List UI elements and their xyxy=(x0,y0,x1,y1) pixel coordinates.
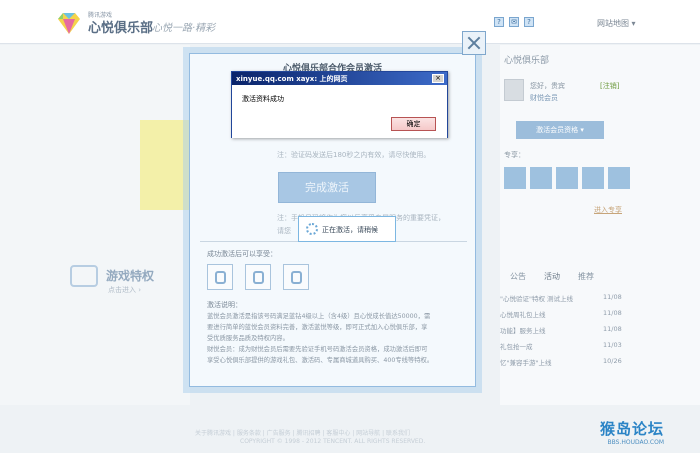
right-panel: 心悦俱乐部 您好，贵宾 财悦会员 [注销] 激活会员资格 ▾ 专享： 进入专享 … xyxy=(500,45,700,405)
alert-title: xinyue.qq.com xayx: 上的网页 xyxy=(236,75,348,83)
spinner-icon xyxy=(306,223,318,235)
tab-recommended[interactable]: 推荐 xyxy=(578,271,594,282)
question-icon[interactable]: ? xyxy=(524,17,534,27)
benefits-label: 成功激活后可以享受： xyxy=(207,250,277,258)
logout-link[interactable]: [注销] xyxy=(600,81,619,91)
watermark-title: 猴岛论坛 xyxy=(600,420,665,438)
finish-activation-button[interactable]: 完成激活 xyxy=(278,172,376,203)
privilege-icon-diamond[interactable] xyxy=(608,167,630,189)
panel-title: 心悦俱乐部 xyxy=(504,56,550,66)
processing-text: 正在激活，请稍候 xyxy=(322,226,378,234)
phone-note-continued: 请您 xyxy=(277,227,291,235)
description-title: 激活说明： xyxy=(207,301,242,309)
privilege-icon-shield[interactable] xyxy=(530,167,552,189)
list-item[interactable]: 心悦周礼包上线 11/08 xyxy=(500,305,630,321)
top-icon-group: ? ✉ ? xyxy=(494,17,534,27)
lock-icon xyxy=(245,264,271,290)
tab-announcements[interactable]: 公告 xyxy=(510,271,526,282)
game-privilege-link[interactable]: 点击进入 › xyxy=(108,285,141,295)
list-item[interactable]: 忆"兼容手游"上线 10/26 xyxy=(500,353,630,369)
privilege-icons xyxy=(504,167,630,189)
alert-titlebar[interactable]: xinyue.qq.com xayx: 上的网页 × xyxy=(232,72,447,85)
description-line: 蓝悦会员激活是指该号码满足蓝钻4级以上（含4级）且心悦成长值达50000，需 xyxy=(207,313,431,320)
list-item[interactable]: 礼包抢一成 11/03 xyxy=(500,337,630,353)
alert-close-button[interactable]: × xyxy=(432,74,444,83)
description-line: 享受心悦俱乐部提供的游戏礼包、激活码、专属商城道具购买、400专线等特权。 xyxy=(207,357,434,364)
logo-title[interactable]: 心悦俱乐部 xyxy=(88,17,153,36)
banner-decoration xyxy=(140,120,190,210)
slogan: 心悦一路·精彩 xyxy=(152,23,216,34)
top-bar: 腾讯游戏 心悦俱乐部 心悦一路·精彩 ? ✉ ? 网站地图 ▾ xyxy=(0,0,700,44)
tab-activities[interactable]: 活动 xyxy=(544,271,560,282)
close-icon[interactable] xyxy=(462,31,486,55)
footer-copyright: COPYRIGHT © 1998 - 2012 TENCENT. ALL RIG… xyxy=(240,438,426,445)
left-banner xyxy=(0,45,190,405)
alert-body: 激活资料成功 确定 xyxy=(232,85,447,138)
code-expiry-note: 注：验证码发送后180秒之内有效，请尽快使用。 xyxy=(277,151,431,159)
description-line: 要进行简单的蓝悦会员资料完善，激活蓝悦等级，即可正式加入心悦俱乐部，享 xyxy=(207,324,428,331)
privilege-icon-shop[interactable] xyxy=(556,167,578,189)
gamepad-icon xyxy=(283,264,309,290)
activate-membership-button[interactable]: 激活会员资格 ▾ xyxy=(516,121,604,139)
footer-links[interactable]: 关于腾讯游戏 | 服务条款 | 广告服务 | 腾讯招聘 | 客服中心 | 网站导… xyxy=(195,428,410,437)
processing-indicator: 正在激活，请稍候 xyxy=(298,216,396,242)
privilege-icon-gift[interactable] xyxy=(504,167,526,189)
privilege-icon-cart[interactable] xyxy=(582,167,604,189)
benefit-icons xyxy=(207,264,309,290)
watermark: 猴岛论坛 BBS.HOUDAO.COM xyxy=(600,418,664,446)
list-item[interactable]: 功能】服务上线 11/08 xyxy=(500,321,630,337)
game-privilege-title: 游戏特权 xyxy=(106,269,155,283)
description-line: 财悦会员：成为财悦会员后需要先验证手机号码激活会员资格，成功激活后即可 xyxy=(207,346,428,353)
alert-message: 激活资料成功 xyxy=(242,95,284,103)
help-icon[interactable]: ? xyxy=(494,17,504,27)
privilege-label: 专享： xyxy=(504,151,525,159)
gamepad-icon xyxy=(70,265,98,287)
more-privileges-link[interactable]: 进入专享 xyxy=(594,205,622,215)
user-icon xyxy=(207,264,233,290)
description-line: 受优质服务品质及特权内容。 xyxy=(207,335,289,342)
news-list: "心悦验证"特权 测试上线 11/08 心悦周礼包上线 11/08 功能】服务上线 1… xyxy=(500,289,630,369)
alert-dialog: xinyue.qq.com xayx: 上的网页 × 激活资料成功 确定 xyxy=(231,71,448,138)
list-item[interactable]: "心悦验证"特权 测试上线 11/08 xyxy=(500,289,630,305)
watermark-url: BBS.HOUDAO.COM xyxy=(607,439,665,446)
news-tabs: 公告 活动 推荐 xyxy=(510,271,594,282)
sitemap-link[interactable]: 网站地图 ▾ xyxy=(597,18,636,29)
message-icon[interactable]: ✉ xyxy=(509,17,519,27)
ok-button[interactable]: 确定 xyxy=(391,117,436,131)
avatar xyxy=(504,79,524,101)
user-greeting: 您好，贵宾 xyxy=(530,82,565,90)
logo-gem-icon xyxy=(58,13,80,34)
user-level: 财悦会员 xyxy=(530,94,558,102)
